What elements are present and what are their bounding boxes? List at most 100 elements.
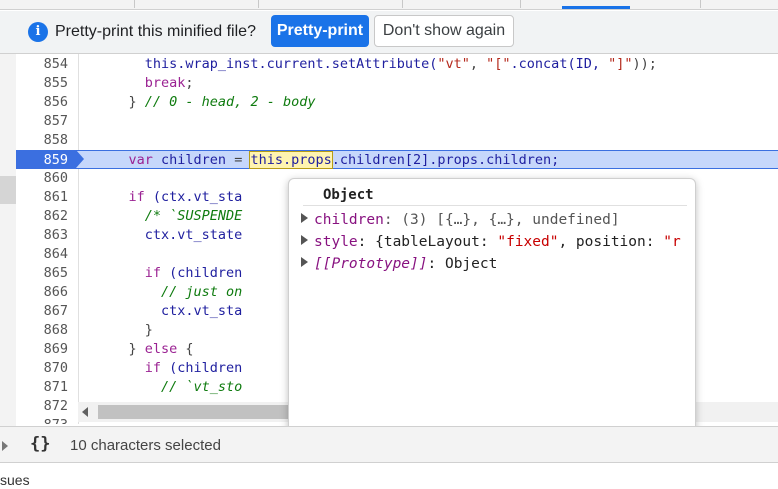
code-token: // `vt_sto	[96, 379, 243, 395]
code-token: // 0 - head, 2 - body	[144, 94, 316, 110]
line-number[interactable]: 858	[16, 131, 68, 150]
line-number[interactable]: 871	[16, 378, 68, 397]
property-name: [[Prototype]]	[314, 256, 428, 272]
scroll-left-arrow-icon[interactable]	[82, 407, 88, 417]
code-token: if	[96, 360, 170, 376]
property-name: children	[314, 212, 384, 228]
navigator-collapse-handle[interactable]	[0, 176, 16, 204]
infobar-message: Pretty-print this minified file?	[55, 23, 256, 40]
code-token: break	[96, 75, 186, 91]
code-text: /* `SUSPENDE	[96, 207, 243, 226]
line-number[interactable]: 860	[16, 169, 68, 188]
code-line[interactable]: 855 break;	[16, 74, 778, 93]
expand-triangle-icon[interactable]	[301, 257, 308, 267]
dont-show-again-button[interactable]: Don't show again	[374, 15, 514, 47]
code-token: else	[144, 341, 186, 357]
property-value: , position:	[558, 234, 664, 250]
code-token: (children	[169, 265, 243, 281]
pretty-print-toggle-icon[interactable]: {}	[30, 434, 50, 454]
code-token: =	[234, 152, 251, 168]
code-text: // just on	[96, 283, 242, 302]
line-number[interactable]: 869	[16, 340, 68, 359]
code-text: ctx.vt_state	[96, 226, 243, 245]
tab-separator	[134, 0, 135, 8]
popover-divider	[303, 205, 687, 206]
code-text: if (children	[96, 264, 243, 283]
line-number[interactable]: 854	[16, 55, 68, 74]
code-token: .children[2].props.children;	[331, 152, 560, 168]
line-number[interactable]: 867	[16, 302, 68, 321]
line-number[interactable]: 857	[16, 112, 68, 131]
line-number[interactable]: 870	[16, 359, 68, 378]
devtools-tab-strip	[0, 0, 778, 10]
expand-triangle-icon[interactable]	[301, 235, 308, 245]
line-number[interactable]: 859	[16, 151, 68, 170]
code-text: } else {	[96, 340, 194, 359]
code-token: }	[96, 94, 145, 110]
code-token: "vt"	[437, 56, 470, 72]
pretty-print-infobar: i Pretty-print this minified file? Prett…	[0, 11, 778, 54]
selected-expression: this.props	[249, 151, 333, 169]
code-text: // `vt_sto	[96, 378, 242, 397]
line-number[interactable]: 873	[16, 416, 68, 424]
code-token: // just on	[96, 284, 243, 300]
object-property-row[interactable]: style: {tableLayout: "fixed", position: …	[301, 232, 681, 252]
drawer-tab-issues[interactable]: sues	[0, 472, 30, 488]
scrollbar-thumb[interactable]	[98, 405, 298, 419]
code-text: ctx.vt_sta	[96, 302, 242, 321]
code-text: }	[96, 321, 153, 340]
object-property-row[interactable]: children: (3) [{…}, {…}, undefined]	[301, 210, 620, 230]
code-token: this.wrap_inst.current.setAttribute(	[96, 56, 438, 72]
code-token: ctx.vt_state	[96, 227, 243, 243]
line-number[interactable]: 872	[16, 397, 68, 416]
code-token: .concat(ID,	[510, 56, 609, 72]
code-text: if (ctx.vt_sta	[96, 188, 243, 207]
code-token: ,	[469, 56, 487, 72]
active-tab-indicator	[562, 6, 630, 9]
code-token: {	[185, 341, 194, 357]
property-value: "r	[663, 234, 681, 250]
property-value: : (3) [{…}, {…},	[383, 212, 533, 228]
navigator-edge[interactable]	[0, 54, 16, 426]
expand-triangle-icon[interactable]	[301, 213, 308, 223]
property-value: "fixed"	[497, 234, 559, 250]
code-text: break;	[96, 74, 194, 93]
code-token: }	[96, 322, 153, 338]
expand-arrow-icon[interactable]	[2, 441, 8, 451]
tab-separator	[258, 0, 259, 8]
code-token: (children	[169, 360, 243, 376]
info-icon: i	[28, 22, 48, 42]
editor-status-bar: {} 10 characters selected	[0, 426, 778, 462]
object-property-row[interactable]: [[Prototype]]: Object	[301, 254, 497, 274]
tab-separator	[700, 0, 701, 8]
line-number[interactable]: 862	[16, 207, 68, 226]
code-token: children	[161, 152, 235, 168]
code-token: if	[96, 265, 170, 281]
code-line-active[interactable]: 859 var children = this.props.children[2…	[16, 150, 778, 169]
line-number[interactable]: 868	[16, 321, 68, 340]
pretty-print-button[interactable]: Pretty-print	[271, 15, 369, 47]
line-number[interactable]: 864	[16, 245, 68, 264]
code-text: } // 0 - head, 2 - body	[96, 93, 316, 112]
code-token: ctx.vt_sta	[96, 303, 243, 319]
tab-separator	[402, 0, 403, 8]
line-number[interactable]: 856	[16, 93, 68, 112]
line-number[interactable]: 863	[16, 226, 68, 245]
code-token: (ctx.vt_sta	[152, 189, 243, 205]
property-value: : Object	[427, 256, 498, 272]
tab-separator	[520, 0, 521, 8]
code-token: var	[96, 152, 162, 168]
property-value: : {tableLayout:	[357, 234, 498, 250]
line-number[interactable]: 866	[16, 283, 68, 302]
code-line[interactable]: 854 this.wrap_inst.current.setAttribute(…	[16, 55, 778, 74]
property-value: ]	[610, 212, 620, 228]
selection-status: 10 characters selected	[70, 437, 221, 454]
line-number[interactable]: 861	[16, 188, 68, 207]
code-line[interactable]: 856 } // 0 - head, 2 - body	[16, 93, 778, 112]
code-line[interactable]: 858	[16, 131, 778, 150]
line-number[interactable]: 855	[16, 74, 68, 93]
code-token: if	[96, 189, 153, 205]
code-line[interactable]: 857	[16, 112, 778, 131]
line-number[interactable]: 865	[16, 264, 68, 283]
popover-title: Object	[323, 187, 374, 203]
